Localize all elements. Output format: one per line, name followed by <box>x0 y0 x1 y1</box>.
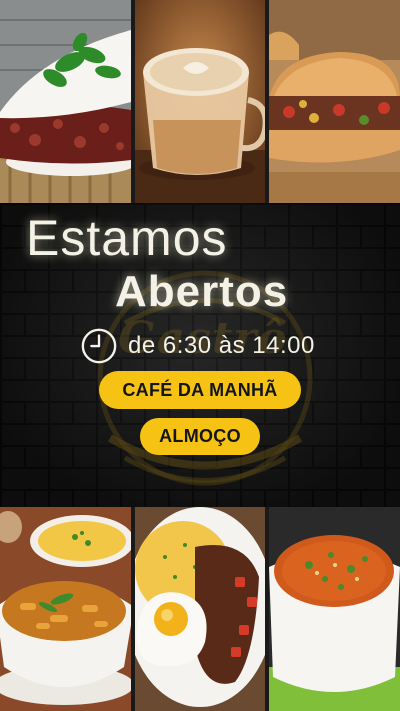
clock-icon <box>81 328 117 364</box>
tapioca-photo <box>0 0 131 203</box>
bowl-soup-photo <box>269 507 400 711</box>
hours-text: de 6:30 às 14:00 <box>128 332 315 359</box>
cappuccino-photo <box>134 0 266 203</box>
headline-line-1: Estamos <box>26 210 228 266</box>
lunch-button[interactable]: ALMOÇO <box>140 418 260 455</box>
bottom-photo-row <box>0 507 400 711</box>
opening-hours-banner: Gastrô Estamos Abertos de 6:30 às 14:00 … <box>0 203 400 507</box>
sandwich-photo <box>269 0 400 203</box>
top-photo-row <box>0 0 400 203</box>
headline-line-2: Abertos <box>115 267 289 316</box>
breakfast-button[interactable]: CAFÉ DA MANHÃ <box>99 371 301 409</box>
opening-hours: de 6:30 às 14:00 <box>80 327 315 365</box>
soup-and-rice-photo <box>0 507 131 711</box>
plate-with-egg-photo <box>134 507 266 711</box>
